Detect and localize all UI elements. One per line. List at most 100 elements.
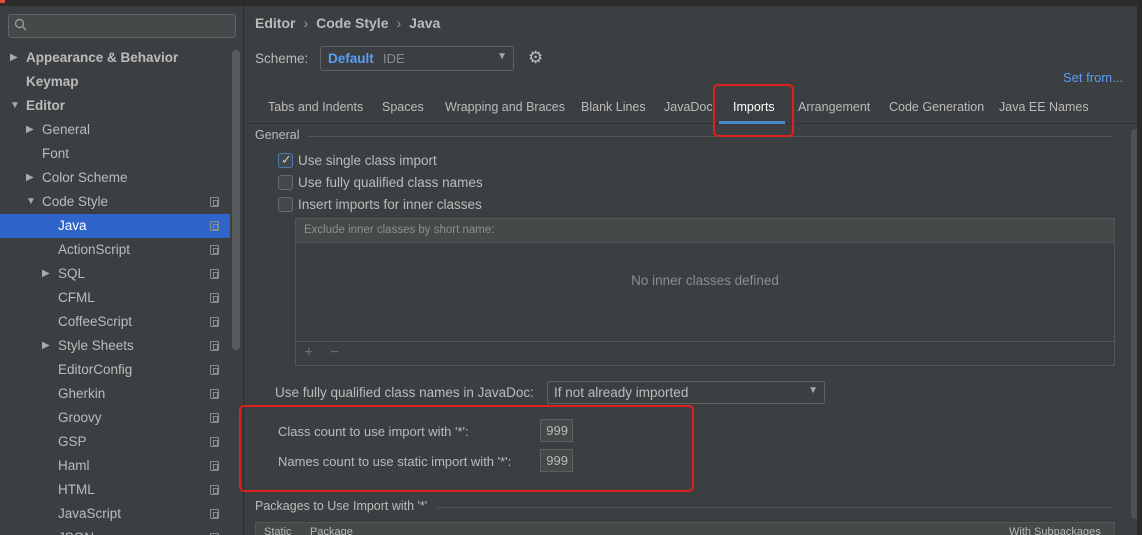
tab-java-ee-names[interactable]: Java EE Names bbox=[999, 100, 1089, 114]
settings-main-panel: Editor › Code Style › Java Scheme: Default I… bbox=[245, 6, 1142, 535]
copy-icon bbox=[210, 365, 219, 375]
tree-item-editorconfig[interactable]: EditorConfig bbox=[0, 358, 230, 382]
breadcrumb-code-style: Code Style bbox=[316, 15, 389, 31]
tab-javadoc[interactable]: JavaDoc bbox=[664, 100, 713, 114]
tree-item-html[interactable]: HTML bbox=[0, 478, 230, 502]
tree-item-font[interactable]: Font bbox=[0, 142, 230, 166]
empty-state-text: No inner classes defined bbox=[631, 273, 779, 288]
copy-icon bbox=[210, 197, 219, 207]
section-general-title: General bbox=[255, 128, 300, 142]
exclude-inner-classes-table[interactable]: Exclude inner classes by short name: No … bbox=[295, 218, 1115, 366]
sidebar-scrollbar[interactable] bbox=[232, 50, 240, 350]
tree-item-editor[interactable]: ▼ Editor bbox=[0, 94, 230, 118]
scheme-dropdown[interactable]: Default IDE ▼ bbox=[320, 46, 514, 71]
section-packages-title: Packages to Use Import with '*' bbox=[255, 499, 428, 513]
column-static[interactable]: Static bbox=[264, 526, 292, 535]
tree-item-label: EditorConfig bbox=[58, 362, 133, 377]
tree-item-label: Editor bbox=[26, 98, 65, 113]
chevron-right-icon[interactable]: ▶ bbox=[26, 118, 34, 142]
tree-item-label: CFML bbox=[58, 290, 95, 305]
names-count-label: Names count to use static import with '*… bbox=[278, 454, 512, 469]
javadoc-dropdown[interactable]: If not already imported ▼ bbox=[547, 381, 825, 404]
breadcrumb-separator: › bbox=[303, 15, 309, 31]
copy-icon bbox=[210, 341, 219, 351]
chevron-right-icon[interactable]: ▶ bbox=[26, 166, 34, 190]
checkbox-label: Use single class import bbox=[298, 153, 437, 168]
tree-item-actionscript[interactable]: ActionScript bbox=[0, 238, 230, 262]
tree-item-label: Haml bbox=[58, 458, 90, 473]
chevron-right-icon[interactable]: ▶ bbox=[10, 46, 18, 70]
imports-content: General Use single class import Use full… bbox=[245, 125, 1142, 535]
tree-item-label: Groovy bbox=[58, 410, 102, 425]
breadcrumb-separator: › bbox=[396, 15, 402, 31]
tab-imports[interactable]: Imports bbox=[733, 100, 775, 114]
chevron-right-icon[interactable]: ▶ bbox=[42, 262, 50, 286]
chevron-right-icon[interactable]: ▶ bbox=[42, 334, 50, 358]
section-divider bbox=[307, 136, 1113, 137]
tree-item-label: Gherkin bbox=[58, 386, 106, 401]
add-icon[interactable]: + bbox=[304, 344, 313, 362]
tree-item-label: GSP bbox=[58, 434, 87, 449]
tree-item-label: CoffeeScript bbox=[58, 314, 133, 329]
tree-item-label: Code Style bbox=[42, 194, 109, 209]
tree-item-style-sheets[interactable]: ▶ Style Sheets bbox=[0, 334, 230, 358]
close-dot bbox=[0, 0, 5, 3]
tree-item-label: JavaScript bbox=[58, 506, 122, 521]
tree-item-groovy[interactable]: Groovy bbox=[0, 406, 230, 430]
tab-wrapping-and-braces[interactable]: Wrapping and Braces bbox=[445, 100, 565, 114]
tree-item-gherkin[interactable]: Gherkin bbox=[0, 382, 230, 406]
tab-spaces[interactable]: Spaces bbox=[382, 100, 424, 114]
tree-item-keymap[interactable]: Keymap bbox=[0, 70, 230, 94]
tree-item-coffeescript[interactable]: CoffeeScript bbox=[0, 310, 230, 334]
gear-icon[interactable]: ⚙ bbox=[528, 49, 546, 67]
tab-blank-lines[interactable]: Blank Lines bbox=[581, 100, 646, 114]
table-header: Exclude inner classes by short name: bbox=[296, 219, 1114, 243]
tree-item-label: Font bbox=[42, 146, 70, 161]
search-input[interactable] bbox=[8, 14, 236, 38]
tab-arrangement[interactable]: Arrangement bbox=[798, 100, 870, 114]
remove-icon[interactable]: − bbox=[330, 344, 339, 362]
column-with-subpackages[interactable]: With Subpackages bbox=[1009, 526, 1101, 535]
chevron-down-icon[interactable]: ▼ bbox=[26, 190, 36, 214]
tree-item-appearance[interactable]: ▶ Appearance & Behavior bbox=[0, 46, 230, 70]
scheme-name: Default bbox=[328, 51, 374, 66]
set-from-link[interactable]: Set from... bbox=[1063, 70, 1123, 85]
names-count-input[interactable]: 999 bbox=[540, 449, 573, 472]
tree-item-gsp[interactable]: GSP bbox=[0, 430, 230, 454]
copy-icon bbox=[210, 389, 219, 399]
copy-icon bbox=[210, 293, 219, 303]
tree-item-json[interactable]: JSON bbox=[0, 526, 230, 535]
tree-item-cfml[interactable]: CFML bbox=[0, 286, 230, 310]
tree-item-label: Style Sheets bbox=[58, 338, 134, 353]
single-class-import-checkbox[interactable] bbox=[278, 152, 293, 168]
fully-qualified-names-checkbox[interactable] bbox=[278, 175, 293, 190]
tree-item-label: JSON bbox=[58, 526, 94, 535]
chevron-down-icon: ▼ bbox=[808, 385, 818, 396]
tree-item-color-scheme[interactable]: ▶ Color Scheme bbox=[0, 166, 230, 190]
names-count-value: 999 bbox=[546, 453, 568, 468]
copy-icon bbox=[210, 437, 219, 447]
tree-item-code-style[interactable]: ▼ Code Style bbox=[0, 190, 230, 214]
tree-item-sql[interactable]: ▶ SQL bbox=[0, 262, 230, 286]
tab-code-generation[interactable]: Code Generation bbox=[889, 100, 984, 114]
inner-classes-checkbox[interactable] bbox=[278, 197, 293, 212]
tree-item-label: HTML bbox=[58, 482, 95, 497]
class-count-input[interactable]: 999 bbox=[540, 419, 573, 442]
tree-item-haml[interactable]: Haml bbox=[0, 454, 230, 478]
class-count-value: 999 bbox=[546, 423, 568, 438]
tree-item-java[interactable]: Java bbox=[0, 214, 230, 238]
tree-item-general[interactable]: ▶ General bbox=[0, 118, 230, 142]
chevron-down-icon[interactable]: ▼ bbox=[10, 94, 20, 118]
settings-tree: ▶ Appearance & Behavior Keymap ▼ Editor ▶ G… bbox=[0, 46, 230, 535]
tree-item-javascript[interactable]: JavaScript bbox=[0, 502, 230, 526]
search-icon bbox=[14, 18, 28, 34]
column-package[interactable]: Package bbox=[310, 526, 353, 535]
javadoc-label: Use fully qualified class names in JavaD… bbox=[275, 385, 534, 400]
tree-item-label: SQL bbox=[58, 266, 86, 281]
breadcrumb-java: Java bbox=[409, 15, 441, 31]
tree-item-label: Java bbox=[58, 218, 87, 233]
table-header-label: Exclude inner classes by short name: bbox=[304, 224, 495, 236]
tab-bar: Tabs and Indents Spaces Wrapping and Bra… bbox=[245, 94, 1142, 124]
tab-tabs-and-indents[interactable]: Tabs and Indents bbox=[268, 100, 363, 114]
copy-icon bbox=[210, 413, 219, 423]
